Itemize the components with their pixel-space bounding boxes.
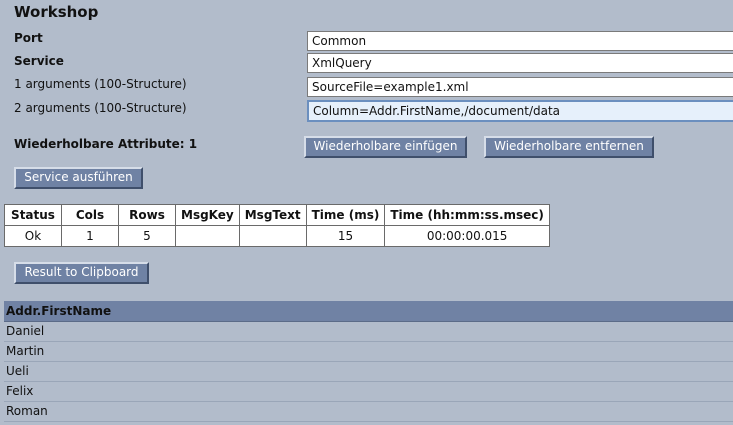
run-service-button[interactable]: Service ausführen [14,167,143,189]
table-row: Martin [4,341,733,362]
result-cell: Felix [4,381,733,402]
table-row: Daniel [4,321,733,342]
time-ms-header: Time (ms) [305,204,386,226]
status-header: Status [4,204,62,226]
msgtext-header: MsgText [238,204,307,226]
msgkey-header: MsgKey [175,204,240,226]
msgtext-value [238,225,307,247]
remove-repeatable-button[interactable]: Wiederholbare entfernen [484,136,654,158]
time-hms-value: 00:00:00.015 [384,225,550,247]
service-field[interactable]: XmlQuery [307,53,733,73]
page-title: Workshop [14,3,99,21]
port-field[interactable]: Common [307,31,733,51]
time-hms-header: Time (hh:mm:ss.msec) [384,204,550,226]
argument-1-field[interactable]: SourceFile=example1.xml [307,77,733,97]
argument-1-label: 1 arguments (100-Structure) [14,77,187,91]
table-row: Felix [4,381,733,402]
rows-header: Rows [118,204,176,226]
argument-2-field[interactable]: Column=Addr.FirstName,/document/data [307,100,733,122]
result-cell: Roman [4,401,733,422]
status-table: Status Cols Rows MsgKey MsgText Time (ms… [4,204,550,247]
argument-2-label: 2 arguments (100-Structure) [14,101,187,115]
repeatable-attributes-label: Wiederholbare Attribute: 1 [14,137,198,151]
port-label: Port [14,31,43,45]
time-ms-value: 15 [305,225,386,247]
msgkey-value [175,225,240,247]
result-cell: Ueli [4,361,733,382]
result-cell: Daniel [4,321,733,342]
rows-value: 5 [118,225,176,247]
result-table: Addr.FirstName Daniel Martin Ueli Felix … [4,301,733,422]
result-to-clipboard-button[interactable]: Result to Clipboard [14,262,149,284]
result-header-row: Addr.FirstName [4,301,733,322]
table-row: Ueli [4,361,733,382]
status-value: Ok [4,225,62,247]
status-header-row: Status Cols Rows MsgKey MsgText Time (ms… [4,204,550,226]
status-value-row: Ok 1 5 15 00:00:00.015 [4,225,550,247]
cols-header: Cols [61,204,119,226]
service-label: Service [14,54,64,68]
insert-repeatable-button[interactable]: Wiederholbare einfügen [304,136,467,158]
table-row: Roman [4,401,733,422]
result-column-header: Addr.FirstName [4,301,733,322]
result-cell: Martin [4,341,733,362]
cols-value: 1 [61,225,119,247]
